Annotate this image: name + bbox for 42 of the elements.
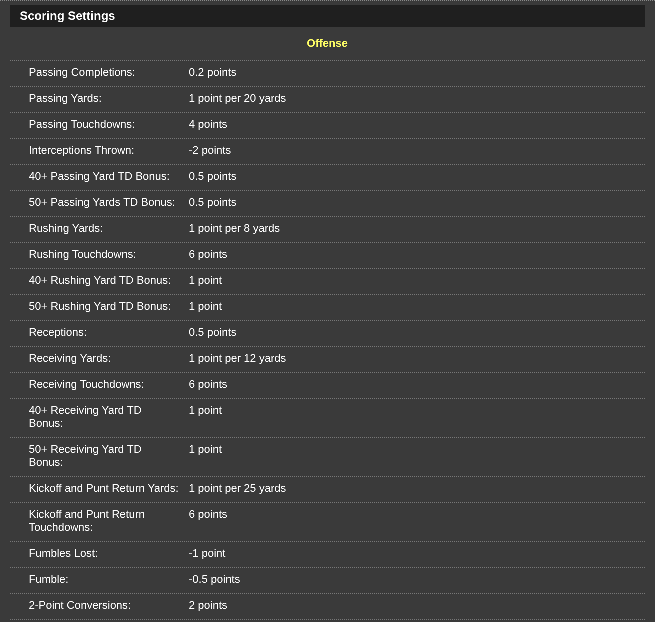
setting-label: 50+ Passing Yards TD Bonus: bbox=[29, 197, 176, 209]
setting-label: Fumbles Lost: bbox=[29, 548, 98, 560]
setting-value: -1 point bbox=[189, 548, 226, 560]
setting-label: Receiving Yards: bbox=[29, 353, 112, 365]
setting-label: 40+ Rushing Yard TD Bonus: bbox=[29, 275, 172, 287]
setting-value: 1 point per 8 yards bbox=[189, 223, 280, 235]
setting-value: 6 points bbox=[189, 249, 228, 261]
setting-label: Rushing Yards: bbox=[29, 223, 104, 235]
setting-value: 1 point bbox=[189, 405, 222, 417]
setting-value: 1 point per 25 yards bbox=[189, 483, 286, 495]
setting-value: 0.5 points bbox=[189, 197, 237, 209]
setting-value: 6 points bbox=[189, 509, 228, 521]
section-title: Offense bbox=[307, 38, 348, 50]
setting-label: Receiving Touchdowns: bbox=[29, 379, 144, 391]
setting-label: Passing Yards: bbox=[29, 93, 102, 105]
setting-value: 0.2 points bbox=[189, 67, 237, 79]
setting-label: Receptions: bbox=[29, 327, 88, 339]
setting-label: Passing Completions: bbox=[29, 67, 136, 79]
setting-value: 0.5 points bbox=[189, 327, 237, 339]
setting-value: 4 points bbox=[189, 119, 228, 131]
setting-label: 2-Point Conversions: bbox=[29, 600, 132, 612]
setting-value: 1 point bbox=[189, 444, 222, 456]
setting-value: 6 points bbox=[189, 379, 228, 391]
setting-label: Kickoff and Punt Return Yards: bbox=[29, 483, 179, 495]
setting-label: Rushing Touchdowns: bbox=[29, 249, 136, 261]
setting-value: 1 point bbox=[189, 275, 222, 287]
setting-value: 1 point bbox=[189, 301, 222, 313]
setting-label: 40+ Passing Yard TD Bonus: bbox=[29, 171, 170, 183]
setting-label: 40+ Receiving Yard TD Bonus: bbox=[29, 405, 142, 430]
setting-label: 50+ Rushing Yard TD Bonus: bbox=[29, 301, 172, 313]
setting-label: 50+ Receiving Yard TD Bonus: bbox=[29, 444, 142, 469]
panel-title: Scoring Settings bbox=[20, 9, 116, 23]
setting-value: 2 points bbox=[189, 600, 228, 612]
setting-value: -2 points bbox=[189, 145, 232, 157]
setting-value: -0.5 points bbox=[189, 574, 240, 586]
setting-value: 1 point per 20 yards bbox=[189, 93, 286, 105]
setting-label: Fumble: bbox=[29, 574, 69, 586]
setting-label: Interceptions Thrown: bbox=[29, 145, 135, 157]
setting-value: 1 point per 12 yards bbox=[189, 353, 286, 365]
setting-value: 0.5 points bbox=[189, 171, 237, 183]
setting-label: Kickoff and Punt Return Touchdowns: bbox=[29, 509, 145, 534]
setting-label: Passing Touchdowns: bbox=[29, 119, 136, 131]
